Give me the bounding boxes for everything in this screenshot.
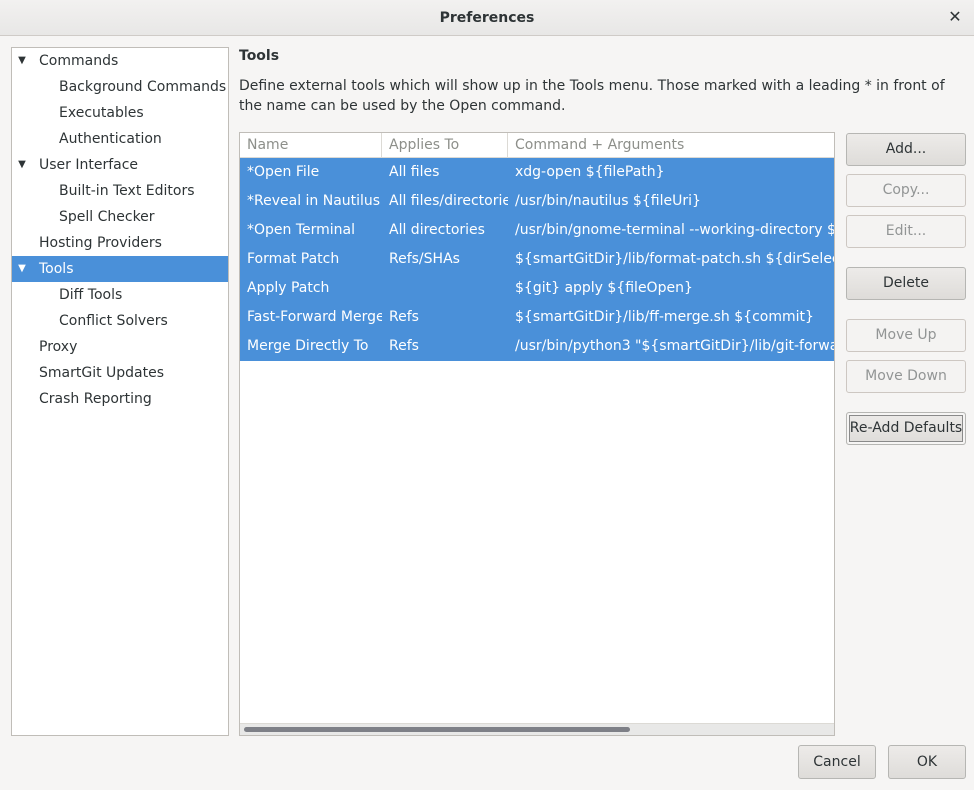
tree-item-label: Executables: [59, 105, 144, 121]
table-cell: *Open File: [247, 164, 320, 180]
table-row[interactable]: *Reveal in Nautilus All files/directories…: [240, 187, 834, 216]
tree-item-smartgit-updates[interactable]: SmartGit Updates: [12, 360, 228, 386]
tree-item-spell-checker[interactable]: Spell Checker: [12, 204, 228, 230]
tree-item-label: User Interface: [39, 157, 139, 173]
table-cell: Apply Patch: [247, 280, 330, 296]
re-add-defaults-button[interactable]: Re-Add Defaults: [846, 412, 966, 445]
page-description: Define external tools which will show up…: [239, 78, 945, 114]
tree-item-label: Proxy: [39, 339, 78, 355]
table-cell: All files/directories: [389, 193, 508, 209]
table-cell: ${smartGitDir}/lib/ff-merge.sh ${commit}: [515, 309, 814, 325]
table-row[interactable]: Merge Directly To Refs/usr/bin/python3 "$…: [240, 332, 834, 361]
table-cell: All directories: [389, 222, 485, 238]
delete-button[interactable]: Delete: [846, 267, 966, 300]
column-header-name[interactable]: Name: [240, 133, 382, 157]
table-cell: Refs/SHAs: [389, 251, 460, 267]
table-cell: Refs: [389, 309, 419, 325]
tree-item-diff-tools[interactable]: Diff Tools: [12, 282, 228, 308]
table-cell: ${smartGitDir}/lib/format-patch.sh ${dir…: [515, 251, 834, 267]
tree-item-label: Crash Reporting: [39, 391, 152, 407]
window-title: Preferences: [439, 10, 535, 26]
horizontal-scrollbar[interactable]: [240, 723, 834, 735]
table-cell: xdg-open ${filePath}: [515, 164, 665, 180]
expander-down-icon[interactable]: ▼: [16, 48, 28, 74]
tree-item-label: Commands: [39, 53, 119, 69]
table-cell: *Open Terminal: [247, 222, 356, 238]
tree-item-label: Built-in Text Editors: [59, 183, 195, 199]
ok-button[interactable]: OK: [888, 745, 966, 779]
table-cell: /usr/bin/gnome-terminal --working-direct…: [515, 222, 834, 238]
tree-item-executables[interactable]: Executables: [12, 100, 228, 126]
tree-item-background-commands[interactable]: Background Commands: [12, 74, 228, 100]
table-cell: [382, 274, 508, 303]
table-cell: /usr/bin/python3 "${smartGitDir}/lib/git…: [515, 338, 834, 354]
table-header: Name Applies To Command + Arguments: [240, 133, 834, 158]
tree-item-label: Tools: [39, 261, 74, 277]
table-cell: Refs: [389, 338, 419, 354]
add-button[interactable]: Add...: [846, 133, 966, 166]
tree-item-label: Spell Checker: [59, 209, 155, 225]
page-title: Tools: [239, 48, 280, 64]
tree-item-conflict-solvers[interactable]: Conflict Solvers: [12, 308, 228, 334]
tree-item-tools[interactable]: ▼ Tools: [12, 256, 228, 282]
tree-item-authentication[interactable]: Authentication: [12, 126, 228, 152]
tree-item-label: Diff Tools: [59, 287, 123, 303]
expander-down-icon[interactable]: ▼: [16, 152, 28, 178]
tree-item-user-interface[interactable]: ▼ User Interface: [12, 152, 228, 178]
move-down-button[interactable]: Move Down: [846, 360, 966, 393]
preferences-dialog: Preferences ✕ ▼ Commands Background Comman…: [0, 0, 974, 790]
expander-down-icon[interactable]: ▼: [16, 256, 28, 282]
tree-item-label: SmartGit Updates: [39, 365, 165, 381]
tree-item-label: Background Commands: [59, 79, 227, 95]
table-cell: Fast-Forward Merge: [247, 309, 382, 325]
table-cell: All files: [389, 164, 440, 180]
table-cell: /usr/bin/nautilus ${fileUri}: [515, 193, 701, 209]
table-row[interactable]: *Open Terminal All directories/usr/bin/gn…: [240, 216, 834, 245]
tree-item-hosting-providers[interactable]: Hosting Providers: [12, 230, 228, 256]
cancel-button[interactable]: Cancel: [798, 745, 876, 779]
edit-button[interactable]: Edit...: [846, 215, 966, 248]
preferences-tree: ▼ Commands Background Commands Executables A…: [11, 47, 229, 736]
column-header-command[interactable]: Command + Arguments: [508, 133, 834, 157]
tree-item-built-in-text-editors[interactable]: Built-in Text Editors: [12, 178, 228, 204]
close-icon[interactable]: ✕: [946, 8, 964, 26]
title-bar: Preferences ✕: [0, 0, 974, 36]
tree-item-commands[interactable]: ▼ Commands: [12, 48, 228, 74]
move-up-button[interactable]: Move Up: [846, 319, 966, 352]
copy-button[interactable]: Copy...: [846, 174, 966, 207]
table-row[interactable]: *Open File All files xdg-open ${filePath}: [240, 158, 834, 187]
tree-item-label: Hosting Providers: [39, 235, 162, 251]
table-row[interactable]: Fast-Forward Merge Refs ${smartGitDir}/lib…: [240, 303, 834, 332]
table-row[interactable]: Apply Patch ${git} apply ${fileOpen}: [240, 274, 834, 303]
table-cell: Merge Directly To: [247, 338, 369, 354]
tree-item-label: Conflict Solvers: [59, 313, 168, 329]
tree-item-proxy[interactable]: Proxy: [12, 334, 228, 360]
table-cell: *Reveal in Nautilus: [247, 193, 381, 209]
table-cell: ${git} apply ${fileOpen}: [515, 280, 693, 296]
tree-item-label: Authentication: [59, 131, 162, 147]
table-row[interactable]: Format Patch Refs/SHAs ${smartGitDir}/lib/…: [240, 245, 834, 274]
tree-item-crash-reporting[interactable]: Crash Reporting: [12, 386, 228, 412]
table-cell: Format Patch: [247, 251, 340, 267]
scrollbar-thumb[interactable]: [244, 727, 630, 732]
tools-table: Name Applies To Command + Arguments *Ope…: [239, 132, 835, 736]
column-header-applies-to[interactable]: Applies To: [382, 133, 508, 157]
